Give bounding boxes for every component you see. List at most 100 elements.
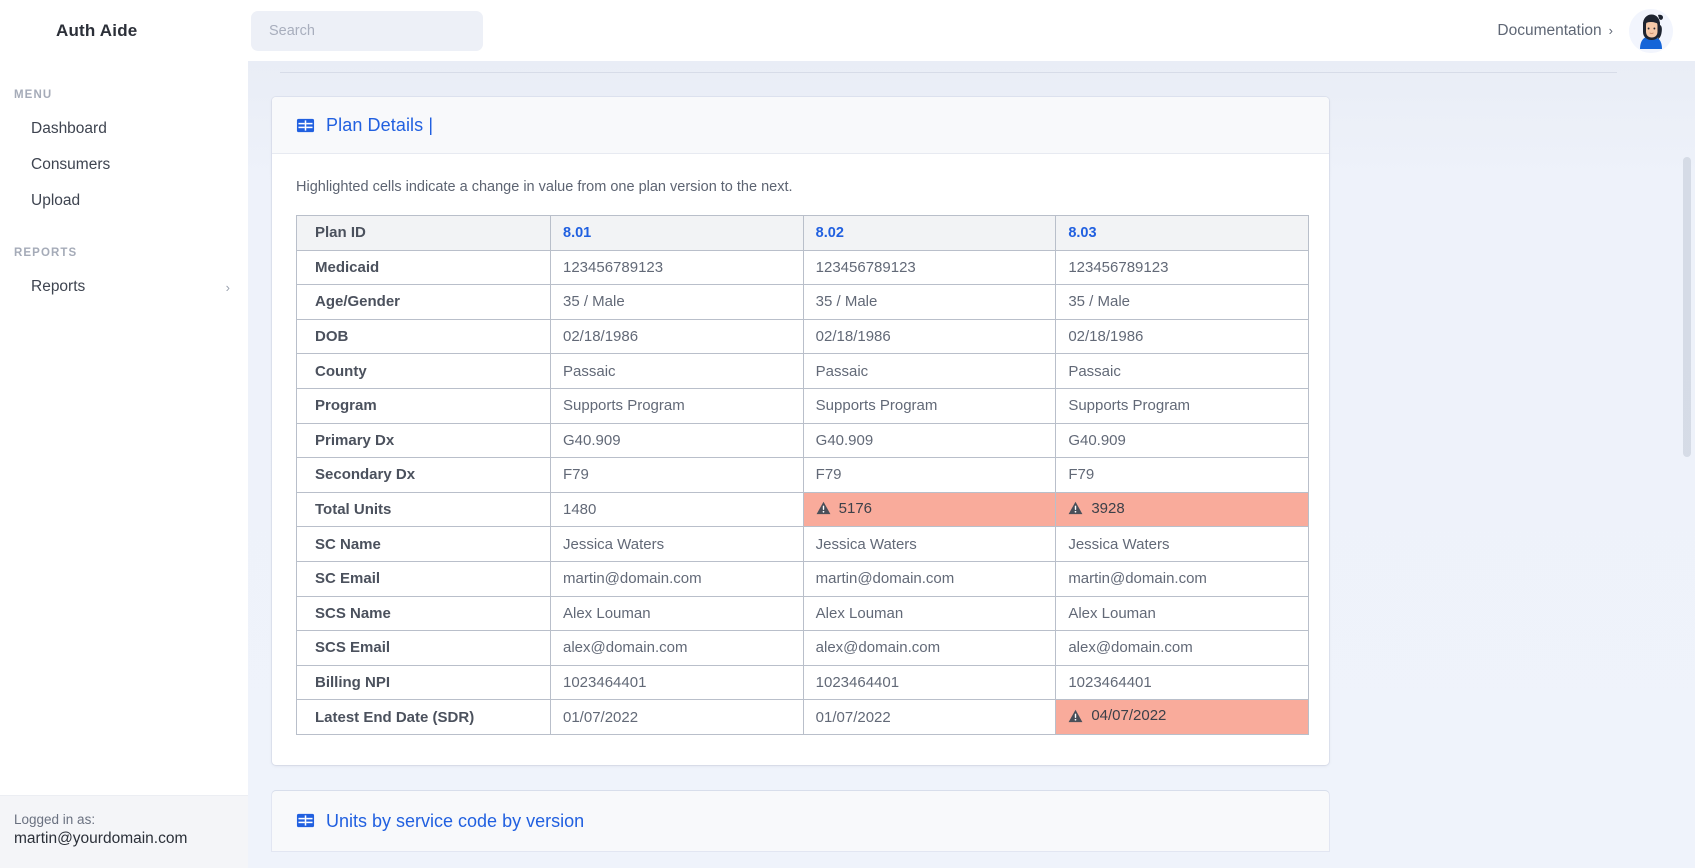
sidebar-section-reports-label: REPORTS [14, 247, 78, 259]
row-label: Program [296, 387, 551, 424]
logged-in-email: martin@yourdomain.com [14, 830, 188, 847]
table-cell: Alex Louman [802, 595, 1057, 632]
documentation-link[interactable]: Documentation › [1497, 22, 1613, 40]
table-row: Total Units 1480 5176 3928 [296, 491, 1309, 528]
table-row: SC Name Jessica Waters Jessica Waters Jessi… [296, 526, 1309, 562]
table-header-row: Plan ID 8.01 8.02 8.03 [296, 215, 1309, 251]
table-cell: 01/07/2022 [550, 699, 804, 735]
warning-triangle-icon [816, 502, 831, 515]
table-cell: Jessica Waters [550, 526, 804, 562]
table-cell: Alex Louman [550, 595, 804, 632]
page-title: Plan Details | [326, 115, 434, 135]
column-header-version: 8.02 [802, 215, 1057, 251]
table-cell-changed: 5176 [802, 491, 1057, 528]
row-label: Latest End Date (SDR) [296, 699, 551, 735]
plan-details-card-header: Plan Details | [272, 97, 1329, 154]
logged-in-footer: Logged in as: martin@yourdomain.com [0, 795, 248, 868]
changed-value-wrap: 04/07/2022 [1068, 707, 1166, 724]
row-label: County [296, 353, 551, 389]
table-cell: 02/18/1986 [802, 318, 1057, 355]
table-grid-icon [296, 118, 315, 133]
row-label: SC Name [296, 526, 551, 562]
table-cell: 1023464401 [1055, 664, 1309, 701]
row-label: Primary Dx [296, 422, 551, 459]
search-input[interactable] [251, 10, 483, 51]
chevron-right-icon: › [225, 279, 230, 295]
units-by-service-code-card: Units by service code by version [272, 790, 1329, 851]
vertical-scrollbar-thumb[interactable] [1683, 157, 1691, 457]
table-cell: F79 [1055, 457, 1309, 493]
table-row: Program Supports Program Supports Program S… [296, 387, 1309, 424]
table-row: DOB 02/18/1986 02/18/1986 02/18/1986 [296, 318, 1309, 355]
table-cell: 123456789123 [1055, 249, 1309, 286]
changed-value-wrap: 5176 [816, 500, 872, 517]
row-label: Total Units [296, 491, 551, 528]
table-cell: Jessica Waters [802, 526, 1057, 562]
warning-triangle-icon [1068, 502, 1083, 515]
sidebar-item-label: Upload [31, 192, 81, 209]
plan-details-card-body: Highlighted cells indicate a change in v… [272, 154, 1329, 765]
table-cell: Passaic [802, 353, 1057, 389]
row-label: Secondary Dx [296, 457, 551, 493]
table-cell: G40.909 [550, 422, 804, 459]
user-avatar-illustration-icon [1629, 8, 1673, 53]
table-cell: Supports Program [802, 387, 1057, 424]
row-label: DOB [296, 318, 551, 355]
table-cell: 123456789123 [802, 249, 1057, 286]
documentation-label: Documentation [1497, 21, 1602, 39]
row-label: SCS Name [296, 595, 551, 632]
avatar[interactable] [1629, 8, 1673, 53]
table-grid-icon [296, 813, 315, 828]
table-cell: alex@domain.com [550, 630, 804, 666]
highlight-note: Highlighted cells indicate a change in v… [296, 179, 793, 195]
table-cell: Passaic [1055, 353, 1309, 389]
table-row: Age/Gender 35 / Male 35 / Male 35 / Male [296, 284, 1309, 320]
table-body: Medicaid 123456789123 123456789123 12345678… [296, 249, 1309, 735]
units-card-title: Units by service code by version [326, 810, 585, 831]
table-cell: martin@domain.com [802, 560, 1057, 597]
brand-title: Auth Aide [56, 20, 138, 40]
row-label: Billing NPI [296, 664, 551, 701]
column-header-version: 8.03 [1055, 215, 1309, 251]
table-cell: G40.909 [1055, 422, 1309, 459]
cell-value: 3928 [1091, 499, 1125, 517]
table-row: Billing NPI 1023464401 1023464401 102346440… [296, 664, 1309, 701]
table-cell: 01/07/2022 [802, 699, 1057, 735]
sidebar-item-label: Dashboard [31, 120, 107, 137]
table-cell: 02/18/1986 [550, 318, 804, 355]
table-cell: 1480 [550, 491, 804, 528]
table-cell: 1023464401 [802, 664, 1057, 701]
sidebar-item-upload[interactable]: Upload [0, 183, 248, 219]
column-header-version: 8.01 [550, 215, 804, 251]
sidebar: MENU Dashboard Consumers Upload REPORTS … [0, 61, 248, 868]
table-cell: Supports Program [550, 387, 804, 424]
body-split: MENU Dashboard Consumers Upload REPORTS … [0, 61, 1695, 868]
column-header-plan-id: Plan ID [296, 215, 551, 251]
table-cell: Alex Louman [1055, 595, 1309, 632]
table-cell: 35 / Male [802, 284, 1057, 320]
table-row: SCS Name Alex Louman Alex Louman Alex Louma… [296, 595, 1309, 632]
table-row: SCS Email alex@domain.com alex@domain.com a… [296, 630, 1309, 666]
table-cell: Jessica Waters [1055, 526, 1309, 562]
cell-value: 5176 [838, 499, 873, 517]
cell-value: 04/07/2022 [1091, 707, 1167, 725]
logged-in-label: Logged in as: [14, 812, 96, 827]
plan-details-table: Plan ID 8.01 8.02 8.03 Medicaid 123456789… [296, 215, 1309, 735]
sidebar-item-consumers[interactable]: Consumers [0, 147, 248, 183]
table-cell-changed: 3928 [1055, 491, 1309, 528]
table-cell: G40.909 [802, 422, 1057, 459]
sidebar-item-reports[interactable]: Reports › [0, 269, 248, 305]
table-row: Secondary Dx F79 F79 F79 [296, 457, 1309, 493]
chevron-right-icon: › [1608, 23, 1613, 38]
table-cell: 123456789123 [550, 249, 804, 286]
sidebar-item-label: Reports [31, 278, 86, 295]
main-content: Plan Details | Highlighted cells indicat… [248, 61, 1695, 868]
table-cell-changed: 04/07/2022 [1055, 699, 1309, 735]
table-cell: F79 [802, 457, 1057, 493]
table-cell: 35 / Male [550, 284, 804, 320]
row-label: SC Email [296, 560, 551, 597]
row-label: SCS Email [296, 630, 551, 666]
table-row: Medicaid 123456789123 123456789123 12345678… [296, 249, 1309, 286]
sidebar-item-dashboard[interactable]: Dashboard [0, 111, 248, 147]
